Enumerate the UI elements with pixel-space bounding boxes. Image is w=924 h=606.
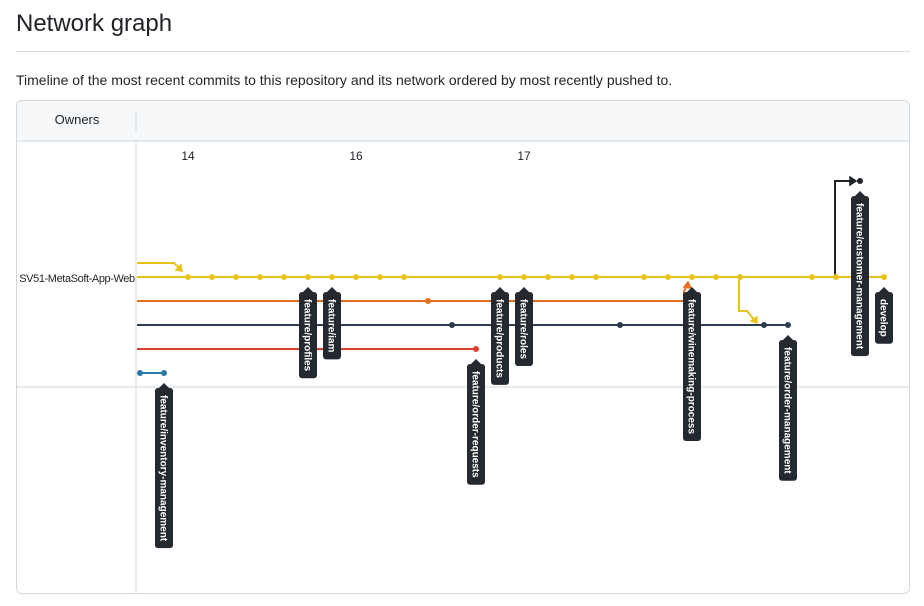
branch-fork-yellow xyxy=(738,277,757,323)
branch-tag-feature-roles[interactable]: feature/roles xyxy=(515,287,533,367)
branch-label: feature/customer-management xyxy=(854,203,865,350)
page-description: Timeline of the most recent commits to t… xyxy=(16,72,673,88)
commit-dot[interactable] xyxy=(497,274,503,280)
commit-dot[interactable] xyxy=(881,274,887,280)
date-label: 14 xyxy=(181,149,195,163)
branch-tag-feature-products[interactable]: feature/products xyxy=(491,287,509,385)
commit-dot[interactable] xyxy=(209,274,215,280)
branch-label: feature/order-requests xyxy=(470,371,481,478)
branch-tag-pointer xyxy=(159,383,169,388)
commit-dot[interactable] xyxy=(425,298,431,304)
page-title: Network graph xyxy=(16,10,173,37)
commit-dot[interactable] xyxy=(257,274,263,280)
network-graph-canvas[interactable]: Owners SV51-MetaSoft-App-Web 14 16 17 fe… xyxy=(17,101,910,594)
branch-tag-pointer xyxy=(519,287,529,292)
branch-label: feature/order-management xyxy=(782,347,793,474)
branch-label: feature/iam xyxy=(326,299,337,352)
commit-dot[interactable] xyxy=(305,274,311,280)
branch-tag-feature-order-management[interactable]: feature/order-management xyxy=(779,335,797,481)
commit-dot[interactable] xyxy=(785,322,791,328)
branch-tags: feature/inventory-management feature/prof… xyxy=(155,191,893,549)
branch-tag-pointer xyxy=(495,287,505,292)
commit-dot[interactable] xyxy=(161,370,167,376)
branch-tag-feature-profiles[interactable]: feature/profiles xyxy=(299,287,317,379)
commit-dot[interactable] xyxy=(857,178,863,184)
branch-tag-feature-order-requests[interactable]: feature/order-requests xyxy=(467,359,485,485)
commit-dot[interactable] xyxy=(593,274,599,280)
branch-tag-feature-customer-management[interactable]: feature/customer-management xyxy=(851,191,869,357)
commit-dot[interactable] xyxy=(377,274,383,280)
branch-label: feature/profiles xyxy=(302,299,313,372)
title-divider xyxy=(16,51,910,52)
commit-dot[interactable] xyxy=(185,274,191,280)
network-graph-panel[interactable]: Owners SV51-MetaSoft-App-Web 14 16 17 fe… xyxy=(16,100,910,594)
arrowhead xyxy=(682,280,693,289)
commit-dot[interactable] xyxy=(233,274,239,280)
branch-tag-feature-iam[interactable]: feature/iam xyxy=(323,287,341,360)
commit-dot[interactable] xyxy=(569,274,575,280)
commit-dot[interactable] xyxy=(713,274,719,280)
branch-tag-pointer xyxy=(327,287,337,292)
branch-label: develop xyxy=(878,299,889,337)
commit-dot[interactable] xyxy=(401,274,407,280)
branch-tag-pointer xyxy=(879,287,889,292)
commit-dot[interactable] xyxy=(689,274,695,280)
branch-label: feature/winemaking-process xyxy=(686,299,697,434)
commit-dot[interactable] xyxy=(665,274,671,280)
commit-dot[interactable] xyxy=(617,322,623,328)
branch-label: feature/inventory-management xyxy=(158,395,169,542)
branch-lines xyxy=(137,180,883,374)
commit-dot[interactable] xyxy=(809,274,815,280)
arrowhead xyxy=(849,175,858,187)
branch-tag-develop[interactable]: develop xyxy=(875,287,893,344)
owners-header: Owners xyxy=(55,112,100,127)
branch-tag-feature-winemaking-process[interactable]: feature/winemaking-process xyxy=(683,287,701,442)
branch-tag-pointer xyxy=(471,359,481,364)
commit-dot[interactable] xyxy=(137,370,143,376)
commit-dot[interactable] xyxy=(521,274,527,280)
commit-dot[interactable] xyxy=(761,322,767,328)
branch-label: feature/products xyxy=(494,299,505,378)
graph-header-bar xyxy=(17,101,909,141)
owner-name[interactable]: SV51-MetaSoft-App-Web xyxy=(19,273,135,285)
commit-dot[interactable] xyxy=(641,274,647,280)
commit-dot[interactable] xyxy=(449,322,455,328)
commit-dot[interactable] xyxy=(545,274,551,280)
commit-dot[interactable] xyxy=(473,346,479,352)
commit-dot[interactable] xyxy=(833,274,839,280)
branch-line-customer xyxy=(834,180,853,277)
commit-dot[interactable] xyxy=(281,274,287,280)
commit-dot[interactable] xyxy=(737,274,743,280)
branch-label: feature/roles xyxy=(518,299,529,359)
commit-dot[interactable] xyxy=(353,274,359,280)
branch-tag-pointer xyxy=(783,335,793,340)
branch-tag-pointer xyxy=(855,191,865,196)
date-label: 16 xyxy=(349,149,363,163)
date-label: 17 xyxy=(517,149,531,163)
branch-tag-feature-inventory-management[interactable]: feature/inventory-management xyxy=(155,383,173,549)
commit-dot[interactable] xyxy=(329,274,335,280)
branch-tag-pointer xyxy=(303,287,313,292)
